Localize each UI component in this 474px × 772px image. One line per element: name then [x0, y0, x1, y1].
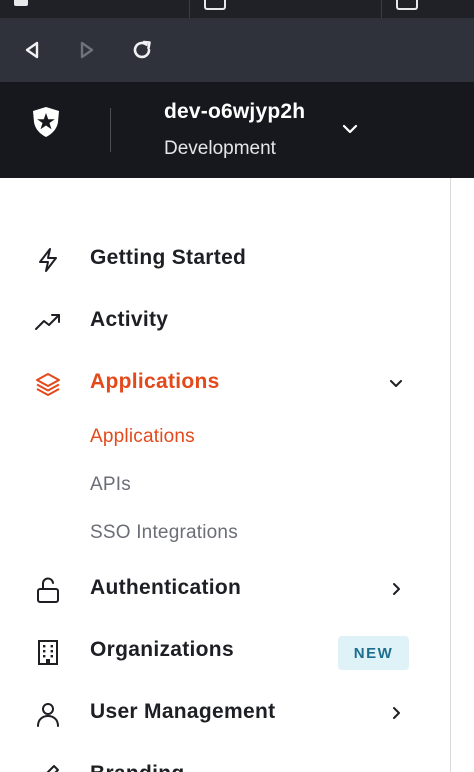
sidebar-subitem-sso-integrations[interactable]: SSO Integrations [90, 522, 238, 544]
browser-tab-strip [0, 0, 474, 18]
sidebar-item-label: Applications [90, 370, 220, 393]
chevron-right-icon[interactable] [386, 703, 406, 723]
sidebar-item-getting-started[interactable]: Getting Started [0, 234, 450, 284]
sidebar-subitem-applications[interactable]: Applications [90, 426, 195, 448]
sidebar-item-label: Branding [90, 762, 185, 772]
sidebar-item-label: User Management [90, 700, 276, 723]
sidebar-item-user-management[interactable]: User Management [0, 688, 450, 738]
back-arrow-icon [25, 41, 39, 59]
browser-tab[interactable] [0, 0, 190, 18]
sidebar-item-organizations[interactable]: Organizations NEW [0, 626, 450, 676]
sidebar-item-label: Activity [90, 308, 169, 331]
layers-icon [36, 373, 60, 396]
sidebar-subitem-apis[interactable]: APIs [90, 474, 131, 496]
sidebar-item-label: Getting Started [90, 246, 247, 269]
auth0-shield-logo [33, 107, 59, 137]
browser-tab[interactable] [190, 0, 382, 18]
sidebar-item-activity[interactable]: Activity [0, 296, 450, 346]
unlock-icon [37, 577, 59, 603]
tab-favicon-icon [14, 0, 28, 6]
sidebar-item-label: Organizations [90, 638, 234, 661]
header-divider [110, 108, 111, 152]
browser-tab[interactable] [382, 0, 474, 18]
chevron-down-icon[interactable] [340, 122, 360, 136]
chevron-down-icon[interactable] [386, 373, 406, 393]
building-icon [38, 640, 58, 665]
chevron-right-icon[interactable] [386, 579, 406, 599]
lightning-icon [39, 248, 57, 272]
tenant-name[interactable]: dev-o6wjyp2h [164, 100, 305, 124]
forward-arrow-icon [80, 41, 94, 59]
sidebar-border [450, 178, 451, 772]
sidebar-item-applications[interactable]: Applications [0, 358, 450, 408]
sidebar-item-label: Authentication [90, 576, 242, 599]
reload-button[interactable] [130, 38, 154, 62]
tenant-environment[interactable]: Development [164, 138, 276, 160]
reload-icon [133, 40, 151, 59]
sidebar-item-authentication[interactable]: Authentication [0, 564, 450, 614]
trend-up-icon [35, 314, 60, 330]
new-badge: NEW [338, 636, 409, 670]
forward-button[interactable] [75, 38, 99, 62]
tab-window-icon [396, 0, 418, 10]
brush-icon [46, 765, 59, 772]
sidebar-nav: Getting Started Activity Applications Ap… [0, 178, 450, 772]
user-icon [37, 703, 59, 727]
back-button[interactable] [20, 38, 44, 62]
browser-toolbar [0, 18, 474, 82]
tab-window-icon [204, 0, 226, 10]
app-header: dev-o6wjyp2h Development [0, 82, 474, 178]
sidebar-item-branding[interactable]: Branding [0, 750, 450, 772]
